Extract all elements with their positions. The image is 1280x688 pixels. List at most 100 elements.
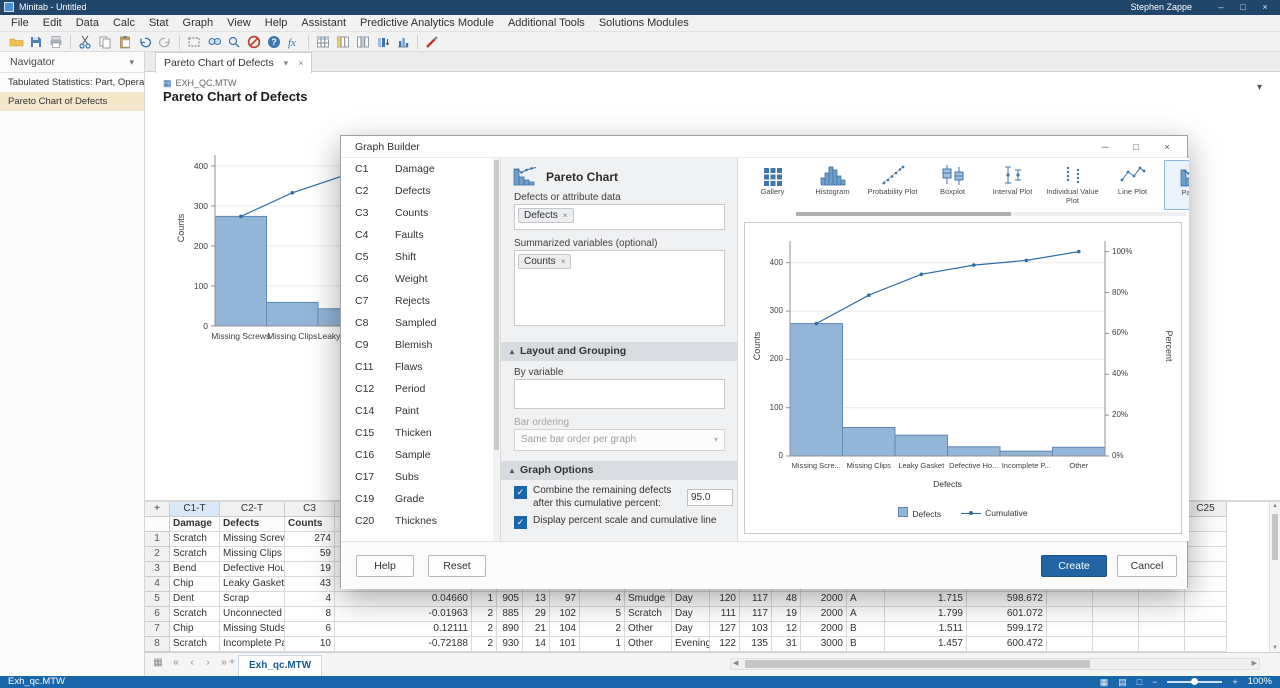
grid-cell[interactable]: -0.01963 — [335, 607, 472, 622]
gallery-item-boxplot[interactable]: Boxplot — [924, 160, 981, 210]
grid-cell[interactable] — [1093, 637, 1139, 652]
split-view-icon[interactable]: ▤ — [1118, 676, 1127, 688]
select-icon[interactable] — [184, 33, 204, 51]
row-number[interactable]: 5 — [145, 592, 170, 607]
hscroll-thumb[interactable] — [745, 660, 1090, 668]
grid-cell[interactable]: Scratch — [170, 607, 220, 622]
chart-icon[interactable] — [393, 33, 413, 51]
grid-cell[interactable]: 10 — [285, 637, 335, 652]
grid-cell[interactable]: 598.672 — [967, 592, 1047, 607]
grid-cell[interactable]: Missing Screws — [220, 532, 285, 547]
grid-cell[interactable]: 2 — [472, 637, 497, 652]
grid-view-icon[interactable]: ▦ — [1100, 676, 1109, 688]
grid-cell[interactable]: 19 — [772, 607, 801, 622]
grid-cell[interactable]: 274 — [285, 532, 335, 547]
navigator-header[interactable]: Navigator ▾ — [0, 52, 144, 73]
prev-sheet-icon[interactable]: ‹ — [185, 657, 199, 668]
grid-cell[interactable]: 599.172 — [967, 622, 1047, 637]
grid-cell[interactable] — [1093, 607, 1139, 622]
variable-C14[interactable]: C14Paint — [341, 400, 493, 422]
open-icon[interactable] — [6, 33, 26, 51]
column-header-c1-t[interactable]: C1-T — [170, 502, 220, 517]
grid-cell[interactable] — [1047, 592, 1093, 607]
scroll-up-icon[interactable]: ▲ — [1270, 503, 1280, 509]
grid-cell[interactable]: 8 — [285, 607, 335, 622]
grid-cell[interactable]: Chip — [170, 577, 220, 592]
grid-cell[interactable] — [1139, 607, 1185, 622]
column-name[interactable] — [1185, 517, 1227, 532]
grid-cell[interactable]: 104 — [550, 622, 580, 637]
copy-icon[interactable] — [95, 33, 115, 51]
grid-cell[interactable]: 117 — [740, 592, 772, 607]
grid-cell[interactable]: 122 — [710, 637, 740, 652]
grid-cell[interactable]: 4 — [580, 592, 625, 607]
grid-cell[interactable]: 890 — [497, 622, 523, 637]
gallery-item-lineplot[interactable]: Line Plot — [1104, 160, 1161, 210]
menu-calc[interactable]: Calc — [106, 15, 142, 32]
grid-cell[interactable]: 601.072 — [967, 607, 1047, 622]
navigator-item-tabulated-statistics-part-operator[interactable]: Tabulated Statistics: Part, Operator — [0, 73, 144, 92]
grid-cell[interactable]: 120 — [710, 592, 740, 607]
grid-cell[interactable] — [1185, 637, 1227, 652]
grid-cell[interactable]: Chip — [170, 622, 220, 637]
remove-chip-icon[interactable]: × — [563, 211, 568, 220]
grid-cell[interactable]: 6 — [285, 622, 335, 637]
grid-cell[interactable]: Day — [672, 622, 710, 637]
variable-C17[interactable]: C17Subs — [341, 466, 493, 488]
graph-options-section[interactable]: ▴Graph Options — [501, 461, 737, 480]
grid-cell[interactable]: 2 — [472, 607, 497, 622]
grid-cell[interactable]: 1 — [580, 637, 625, 652]
grid-cell[interactable] — [1185, 532, 1227, 547]
tab-pareto-chart-of-defects[interactable]: Pareto Chart of Defects ▾ × — [155, 52, 312, 73]
grid-cell[interactable]: Defective Housi — [220, 562, 285, 577]
grid-cell[interactable]: Day — [672, 607, 710, 622]
summarized-field[interactable]: Counts× — [514, 250, 725, 326]
minimize-button[interactable]: – — [1210, 0, 1232, 15]
column-header-c3[interactable]: C3 — [285, 502, 335, 517]
grid-cell[interactable]: 29 — [523, 607, 550, 622]
cancel-icon[interactable] — [244, 33, 264, 51]
column-header-c25[interactable]: C25 — [1185, 502, 1227, 517]
scroll-right-icon[interactable]: ▶ — [1252, 659, 1257, 669]
cancel-button[interactable]: Cancel — [1117, 555, 1177, 577]
export-icon[interactable] — [26, 33, 46, 51]
column-insert-icon[interactable] — [333, 33, 353, 51]
help-button[interactable]: Help — [356, 555, 414, 577]
maximize-button[interactable]: □ — [1232, 0, 1254, 15]
scroll-left-icon[interactable]: ◀ — [733, 659, 738, 669]
grid-cell[interactable]: 127 — [710, 622, 740, 637]
grid-cell[interactable]: Leaky Gasket — [220, 577, 285, 592]
print-icon[interactable] — [46, 33, 66, 51]
menu-edit[interactable]: Edit — [36, 15, 69, 32]
grid-cell[interactable]: -0.72188 — [335, 637, 472, 652]
variable-C12[interactable]: C12Period — [341, 378, 493, 400]
row-number[interactable]: 6 — [145, 607, 170, 622]
variable-list-scrollbar[interactable] — [493, 158, 500, 541]
insert-function-icon[interactable]: fx — [284, 33, 304, 51]
column-header-c2-t[interactable]: C2-T — [220, 502, 285, 517]
grid-cell[interactable] — [1047, 622, 1093, 637]
add-sheet-icon[interactable]: + — [225, 657, 239, 668]
dialog-close-icon[interactable]: × — [1153, 137, 1181, 159]
grid-cell[interactable]: 1.457 — [885, 637, 967, 652]
find-next-icon[interactable] — [224, 33, 244, 51]
grid-cell[interactable]: Scratch — [170, 532, 220, 547]
gallery-item-pareto[interactable]: Pareto — [1164, 160, 1189, 210]
grid-cell[interactable]: 97 — [550, 592, 580, 607]
grid-cell[interactable] — [1047, 607, 1093, 622]
grid-cell[interactable]: 31 — [772, 637, 801, 652]
gallery-item-histogram[interactable]: Histogram — [804, 160, 861, 210]
tab-close-icon[interactable]: × — [298, 58, 303, 68]
next-sheet-icon[interactable]: › — [201, 657, 215, 668]
redo-icon[interactable] — [155, 33, 175, 51]
menu-view[interactable]: View — [220, 15, 258, 32]
grid-cell[interactable]: 2000 — [801, 607, 847, 622]
grid-cell[interactable]: A — [847, 592, 885, 607]
dialog-maximize-icon[interactable]: □ — [1122, 137, 1150, 159]
variable-C3[interactable]: C3Counts — [341, 202, 493, 224]
menu-additional-tools[interactable]: Additional Tools — [501, 15, 592, 32]
first-sheet-icon[interactable]: « — [169, 657, 183, 668]
remove-chip-icon[interactable]: × — [561, 257, 566, 266]
grid-cell[interactable]: 14 — [523, 637, 550, 652]
grid-cell[interactable]: Unconnected Wir — [220, 607, 285, 622]
